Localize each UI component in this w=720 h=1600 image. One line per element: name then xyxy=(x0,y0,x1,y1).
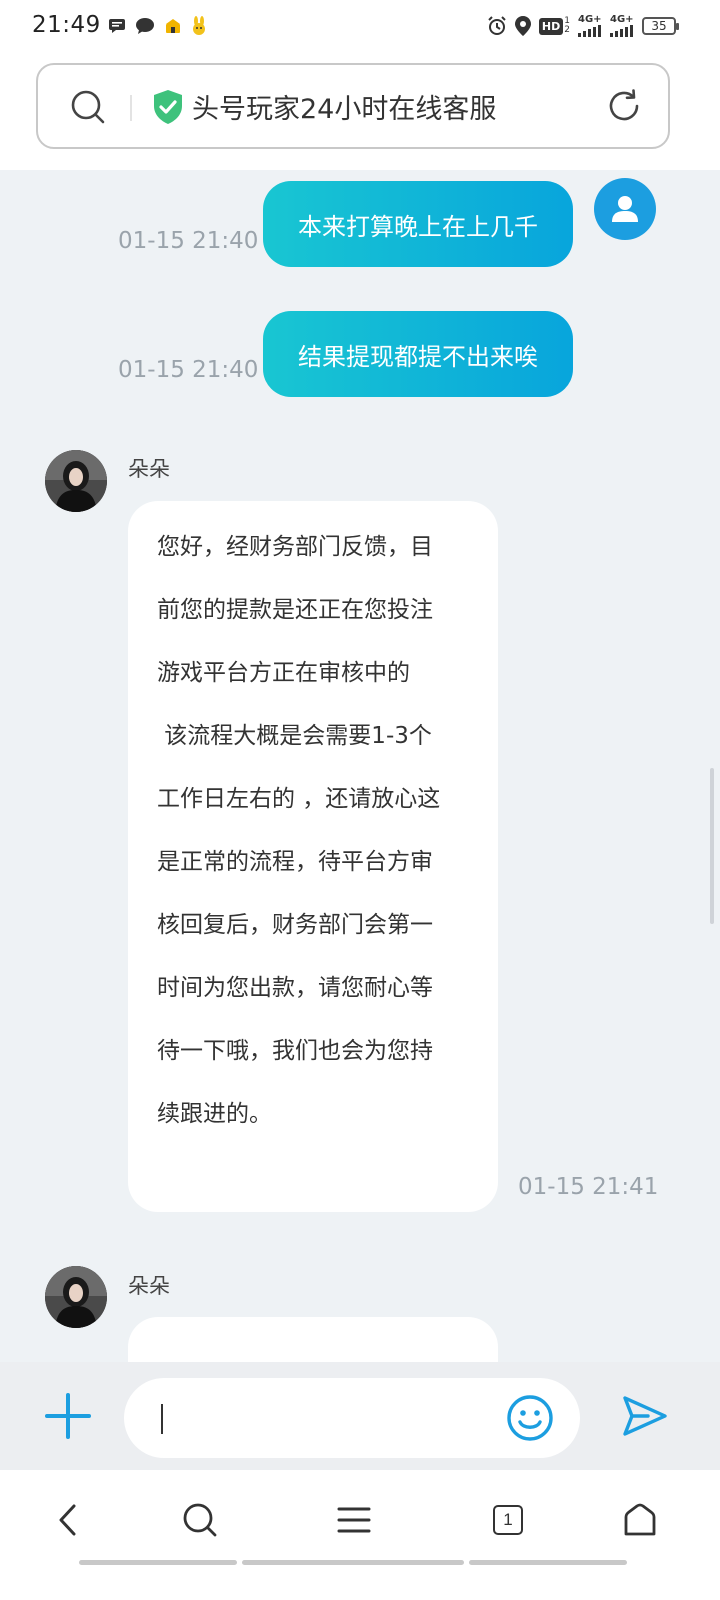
chat-area[interactable]: 01-15 21:40 本来打算晚上在上几千 01-15 21:40 结果提现都… xyxy=(0,170,720,1362)
message-line: 游戏平台方正在审核中的 xyxy=(157,660,410,686)
bottom-navigation: 1 xyxy=(0,1470,720,1600)
add-attachment-button[interactable] xyxy=(44,1392,92,1444)
message-line: 是正常的流程，待平台方审 xyxy=(157,849,433,875)
emoji-button[interactable] xyxy=(506,1394,554,1446)
notification-icons xyxy=(108,16,207,36)
incoming-message[interactable]: 您好，经财务部门反馈，目 前您的提款是还正在您投注 游戏平台方正在审核中的 该流… xyxy=(128,501,498,1212)
back-icon[interactable] xyxy=(38,1498,98,1542)
refresh-icon[interactable] xyxy=(606,88,642,128)
message-input[interactable] xyxy=(124,1378,580,1458)
message-line: 待一下哦，我们也会为您持 xyxy=(157,1038,433,1064)
menu-icon[interactable] xyxy=(324,1498,384,1542)
message-line: 工作日左右的 ，还请放心这 xyxy=(157,786,441,812)
incoming-message[interactable] xyxy=(128,1317,498,1362)
tab-count: 1 xyxy=(493,1505,523,1535)
agent-name: 朵朵 xyxy=(128,457,170,481)
url-bar[interactable]: 头号玩家24小时在线客服 xyxy=(36,63,670,149)
hd-label: HD xyxy=(538,17,564,35)
outgoing-message[interactable]: 本来打算晚上在上几千 xyxy=(263,181,573,267)
agent-avatar[interactable] xyxy=(45,1266,107,1328)
nav-indicator xyxy=(242,1560,464,1565)
message-line: 您好，经财务部门反馈，目 xyxy=(157,534,433,560)
page-title[interactable]: 头号玩家24小时在线客服 xyxy=(192,87,496,126)
input-bar xyxy=(0,1362,720,1470)
agent-name: 朵朵 xyxy=(128,1274,170,1298)
outgoing-message[interactable]: 结果提现都提不出来唉 xyxy=(263,311,573,397)
signal-4g-icon: 4G+ xyxy=(578,15,602,37)
search-icon[interactable] xyxy=(70,89,106,129)
agent-avatar[interactable] xyxy=(45,450,107,512)
battery-icon: 35 xyxy=(642,17,679,35)
chat-bubble-icon xyxy=(135,17,155,35)
location-icon xyxy=(514,16,531,36)
scrollbar[interactable] xyxy=(710,768,714,924)
message-line: 续跟进的。 xyxy=(157,1101,272,1127)
message-line: 核回复后，财务部门会第一 xyxy=(157,912,433,938)
home-icon[interactable] xyxy=(610,1498,670,1542)
text-caret xyxy=(161,1404,163,1434)
url-divider xyxy=(130,95,132,121)
net1-label: 4G+ xyxy=(578,14,602,25)
nav-indicator xyxy=(79,1560,237,1565)
alarm-icon xyxy=(487,16,507,36)
message-icon xyxy=(108,18,126,34)
user-avatar[interactable] xyxy=(594,178,656,240)
message-line: 该流程大概是会需要1-3个 xyxy=(157,723,432,749)
search-icon[interactable] xyxy=(170,1498,230,1542)
message-line: 时间为您出款，请您耐心等 xyxy=(157,975,433,1001)
hd-icon: HD 12 xyxy=(538,17,570,35)
nav-indicator xyxy=(469,1560,627,1565)
message-time: 01-15 21:40 xyxy=(118,357,259,383)
system-icons: HD 12 4G+ 4G+ 35 xyxy=(487,15,679,37)
tabs-icon[interactable]: 1 xyxy=(478,1498,538,1542)
shield-check-icon xyxy=(152,89,184,129)
app-icon xyxy=(164,18,182,34)
send-button[interactable] xyxy=(622,1394,668,1442)
status-time: 21:49 xyxy=(32,12,101,38)
signal-4g-icon-2: 4G+ xyxy=(610,15,634,37)
net2-label: 4G+ xyxy=(610,14,634,25)
message-time: 01-15 21:40 xyxy=(118,228,259,254)
status-bar: 21:49 HD 12 4G+ 4G+ 35 xyxy=(0,0,720,58)
message-line: 前您的提款是还正在您投注 xyxy=(157,597,433,623)
bunny-icon xyxy=(191,16,207,36)
message-time: 01-15 21:41 xyxy=(518,1174,659,1200)
